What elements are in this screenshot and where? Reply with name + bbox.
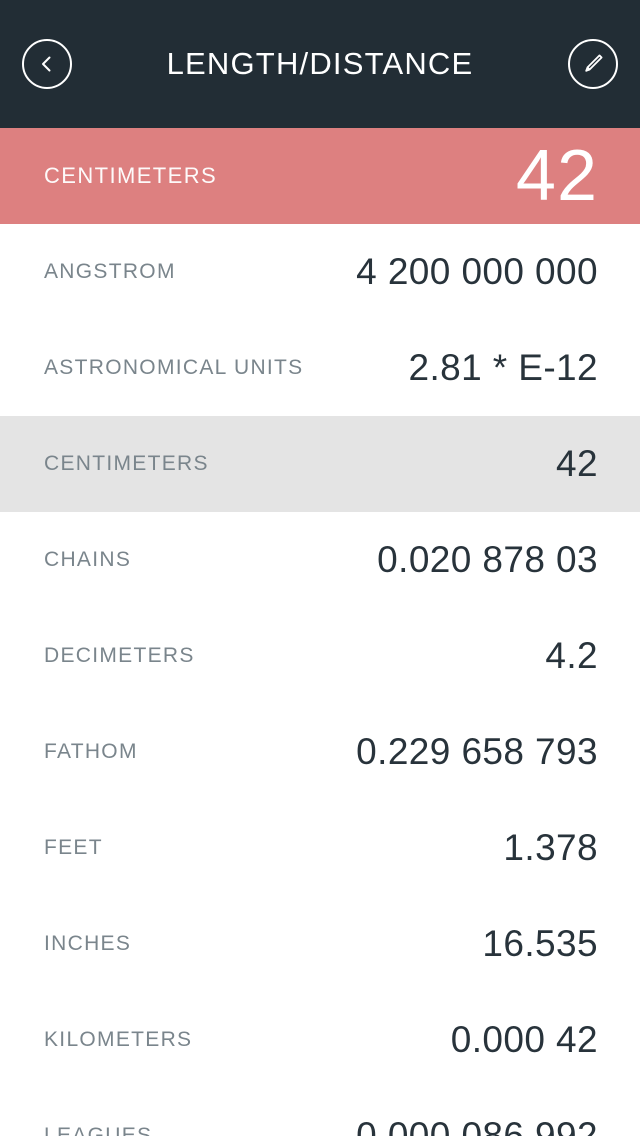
unit-row-label: KILOMETERS: [44, 1028, 193, 1051]
unit-row[interactable]: DECIMETERS 4.2: [0, 608, 640, 704]
unit-row[interactable]: LEAGUES 0.000 086 992: [0, 1088, 640, 1136]
unit-row-value: 16.535: [482, 923, 598, 964]
unit-row[interactable]: CHAINS 0.020 878 03: [0, 512, 640, 608]
unit-row-value: 0.000 42: [450, 1019, 598, 1060]
unit-conversion-list: ANGSTROM 4 200 000 000 ASTRONOMICAL UNITS 2…: [0, 224, 640, 1136]
unit-row[interactable]: ASTRONOMICAL UNITS 2.81 * E-12: [0, 320, 640, 416]
unit-row-label: LEAGUES: [44, 1124, 153, 1136]
unit-converter-screen: LENGTH/DISTANCE CENTIMETERS 42 ANGSTROM 4…: [0, 0, 640, 1136]
unit-row[interactable]: INCHES 16.535: [0, 896, 640, 992]
unit-row-label: ASTRONOMICAL UNITS: [44, 356, 304, 379]
unit-row-label: ANGSTROM: [44, 260, 176, 283]
pencil-icon: [580, 51, 606, 77]
page-title: LENGTH/DISTANCE: [166, 46, 474, 81]
source-unit-value: 42: [515, 136, 598, 216]
unit-row-value: 0.000 086 992: [356, 1115, 598, 1136]
unit-row[interactable]: FATHOM 0.229 658 793: [0, 704, 640, 800]
unit-row-label: FATHOM: [44, 740, 138, 763]
source-unit-banner[interactable]: CENTIMETERS 42: [0, 128, 640, 224]
chevron-left-icon: [36, 53, 58, 75]
unit-row[interactable]: KILOMETERS 0.000 42: [0, 992, 640, 1088]
unit-row-value: 1.378: [503, 827, 598, 868]
unit-row[interactable]: CENTIMETERS 42: [0, 416, 640, 512]
unit-row[interactable]: ANGSTROM 4 200 000 000: [0, 224, 640, 320]
unit-row-label: FEET: [44, 836, 103, 859]
unit-row-value: 4 200 000 000: [356, 251, 598, 292]
unit-row-label: CHAINS: [44, 548, 132, 571]
unit-row-label: INCHES: [44, 932, 132, 955]
source-unit-label: CENTIMETERS: [44, 163, 218, 188]
unit-row-label: DECIMETERS: [44, 644, 195, 667]
unit-row-value: 0.020 878 03: [377, 539, 598, 580]
unit-row-label: CENTIMETERS: [44, 452, 209, 475]
navigation-bar: LENGTH/DISTANCE: [0, 0, 640, 128]
edit-button[interactable]: [568, 39, 618, 89]
unit-row-value: 42: [556, 443, 598, 484]
back-button[interactable]: [22, 39, 72, 89]
unit-row[interactable]: FEET 1.378: [0, 800, 640, 896]
unit-row-value: 2.81 * E-12: [408, 347, 598, 388]
unit-row-value: 4.2: [545, 635, 598, 676]
unit-row-value: 0.229 658 793: [356, 731, 598, 772]
